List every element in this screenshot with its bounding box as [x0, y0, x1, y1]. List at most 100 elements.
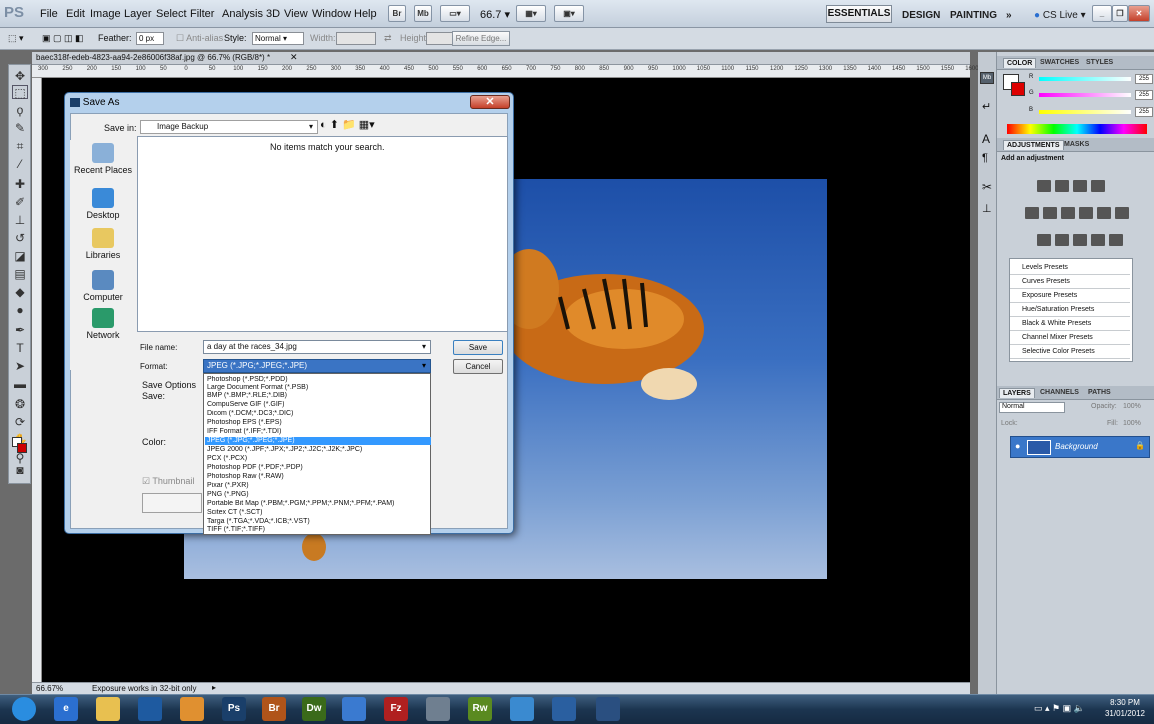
green-value[interactable]: 255	[1135, 90, 1153, 100]
file-list[interactable]: No items match your search.	[137, 136, 508, 332]
cs-live-menu[interactable]: ● CS Live ▾	[1034, 10, 1086, 21]
view-extras-button[interactable]: ▭▾	[440, 5, 470, 22]
tab-adjustments[interactable]: ADJUSTMENTS	[1003, 140, 1064, 150]
taskbar-photoshop-icon[interactable]: Ps	[222, 697, 246, 721]
restore-button[interactable]: ❐	[1112, 5, 1128, 22]
format-option[interactable]: Targa (*.TGA;*.VDA;*.ICB;*.VST)	[205, 518, 431, 526]
tab-masks[interactable]: MASKS	[1061, 140, 1092, 149]
file-name-input[interactable]: a day at the races_34.jpg ▾	[203, 340, 431, 354]
preset-exposure[interactable]: Exposure Presets	[1010, 289, 1130, 303]
feather-input[interactable]: 0 px	[136, 32, 164, 45]
menu-filter[interactable]: Filter	[190, 8, 214, 20]
format-option[interactable]: Photoshop (*.PSD;*.PDD)	[205, 376, 431, 384]
width-input[interactable]	[336, 32, 376, 45]
format-option[interactable]: IFF Format (*.IFF;*.TDI)	[205, 428, 431, 436]
format-option[interactable]: Dicom (*.DCM;*.DC3;*.DIC)	[205, 410, 431, 418]
blend-mode-select[interactable]: Normal	[999, 402, 1065, 413]
quick-selection-tool-icon[interactable]: ✎	[12, 121, 28, 135]
dialog-close-button[interactable]: ✕	[470, 95, 510, 109]
taskbar-dreamweaver-icon[interactable]: Dw	[302, 697, 326, 721]
taskbar-rw-icon[interactable]: Rw	[468, 697, 492, 721]
cancel-button[interactable]: Cancel	[453, 359, 503, 374]
paragraph-panel-icon[interactable]: ¶	[982, 152, 988, 164]
preset-curves[interactable]: Curves Presets	[1010, 275, 1130, 289]
screen-mode-button[interactable]: ▣▾	[554, 5, 584, 22]
place-desktop[interactable]: Desktop	[70, 188, 136, 220]
quick-mask-icon[interactable]: ◙	[12, 463, 28, 477]
taskbar-app11-icon[interactable]	[426, 697, 450, 721]
taskbar-app9-icon[interactable]	[342, 697, 366, 721]
eraser-tool-icon[interactable]: ◪	[12, 249, 28, 263]
preset-hue-saturation[interactable]: Hue/Saturation Presets	[1010, 303, 1130, 317]
format-option[interactable]: BMP (*.BMP;*.RLE;*.DIB)	[205, 392, 431, 400]
tab-color[interactable]: COLOR	[1003, 58, 1037, 68]
clone-source-icon[interactable]: ⊥	[982, 202, 992, 215]
mini-bridge-button[interactable]: Mb	[414, 5, 432, 22]
format-option[interactable]: Scitex CT (*.SCT)	[205, 509, 431, 517]
red-slider[interactable]: R 255	[1029, 74, 1153, 84]
place-libraries[interactable]: Libraries	[70, 228, 136, 260]
red-value[interactable]: 255	[1135, 74, 1153, 84]
3d-rotate-icon[interactable]: ❂	[12, 397, 28, 411]
workspace-design[interactable]: DESIGN	[902, 10, 940, 21]
format-option[interactable]: Pixar (*.PXR)	[205, 482, 431, 490]
marquee-tool-preset-icon[interactable]: ⬚ ▾	[8, 33, 24, 44]
zoom-readout[interactable]: 66.67%	[36, 684, 63, 693]
green-slider[interactable]: G 255	[1029, 90, 1153, 100]
opacity-value[interactable]: 100%	[1123, 403, 1141, 410]
tab-swatches[interactable]: SWATCHES	[1037, 58, 1082, 67]
place-recent[interactable]: Recent Places	[70, 143, 136, 175]
shape-tool-icon[interactable]: ▬	[12, 377, 28, 391]
eye-visibility-icon[interactable]: ●	[1015, 441, 1020, 451]
style-select[interactable]: Normal ▾	[252, 32, 304, 45]
save-button[interactable]: Save	[453, 340, 503, 355]
tab-channels[interactable]: CHANNELS	[1037, 388, 1082, 397]
healing-brush-icon[interactable]: ✚	[12, 177, 28, 191]
selection-mode-icons[interactable]: ▣ ▢ ◫ ◧	[42, 33, 84, 44]
format-select[interactable]: JPEG (*.JPG;*.JPEG;*.JPE) ▾	[203, 359, 431, 373]
arrange-documents-button[interactable]: ▦▾	[516, 5, 546, 22]
vibrance-icon[interactable]	[1025, 207, 1039, 219]
color-balance-icon[interactable]	[1061, 207, 1075, 219]
close-button[interactable]: ✕	[1128, 5, 1150, 22]
antialias-checkbox[interactable]: ☐ Anti-alias	[176, 33, 223, 44]
format-option[interactable]: CompuServe GIF (*.GIF)	[205, 401, 431, 409]
mini-bridge-panel-icon[interactable]: Mb	[980, 72, 994, 84]
gradient-map-icon[interactable]	[1091, 234, 1105, 246]
taskbar-app14-icon[interactable]	[552, 697, 576, 721]
character-panel-icon[interactable]: A	[982, 132, 990, 146]
preset-channel-mixer[interactable]: Channel Mixer Presets	[1010, 331, 1130, 345]
close-document-icon[interactable]: ✕	[290, 52, 298, 63]
format-option[interactable]: Large Document Format (*.PSB)	[205, 384, 431, 392]
menu-view[interactable]: View	[284, 8, 308, 20]
workspace-essentials[interactable]: ESSENTIALS	[826, 5, 892, 23]
nav-toolbar-icons[interactable]: ◐ ⬆ 📁 ▦▾	[320, 118, 375, 131]
menu-select[interactable]: Select	[156, 8, 187, 20]
menu-layer[interactable]: Layer	[124, 8, 152, 20]
brush-tool-icon[interactable]: ✐	[12, 195, 28, 209]
save-in-select[interactable]: Image Backup ▾	[140, 120, 318, 134]
3d-orbit-icon[interactable]: ⟳	[12, 415, 28, 429]
posterize-icon[interactable]	[1055, 234, 1069, 246]
format-dropdown-list[interactable]: Photoshop (*.PSD;*.PDD) Large Document F…	[203, 373, 431, 535]
taskbar-filezilla-icon[interactable]: Fz	[384, 697, 408, 721]
bridge-button[interactable]: Br	[388, 5, 406, 22]
type-tool-icon[interactable]: T	[12, 341, 28, 355]
levels-icon[interactable]	[1055, 180, 1069, 192]
tool-presets-icon[interactable]: ✂	[982, 180, 992, 194]
crop-tool-icon[interactable]: ⌗	[12, 139, 28, 153]
menu-file[interactable]: File	[40, 8, 58, 20]
taskbar-chrome-icon[interactable]	[510, 697, 534, 721]
tab-styles[interactable]: STYLES	[1083, 58, 1116, 67]
fill-value[interactable]: 100%	[1123, 420, 1141, 427]
taskbar-outlook-icon[interactable]	[180, 697, 204, 721]
refine-edge-button[interactable]: Refine Edge...	[452, 31, 510, 46]
taskbar-ie-icon[interactable]: e	[54, 697, 78, 721]
preset-black-white[interactable]: Black & White Presets	[1010, 317, 1130, 331]
dodge-tool-icon[interactable]: ●	[12, 303, 28, 317]
format-option[interactable]: Photoshop Raw (*.RAW)	[205, 473, 431, 481]
blue-value[interactable]: 255	[1135, 107, 1153, 117]
color-spectrum[interactable]	[1007, 124, 1147, 134]
minimize-button[interactable]: _	[1092, 5, 1112, 22]
format-option-selected[interactable]: JPEG (*.JPG;*.JPEG;*.JPE)	[205, 437, 431, 445]
